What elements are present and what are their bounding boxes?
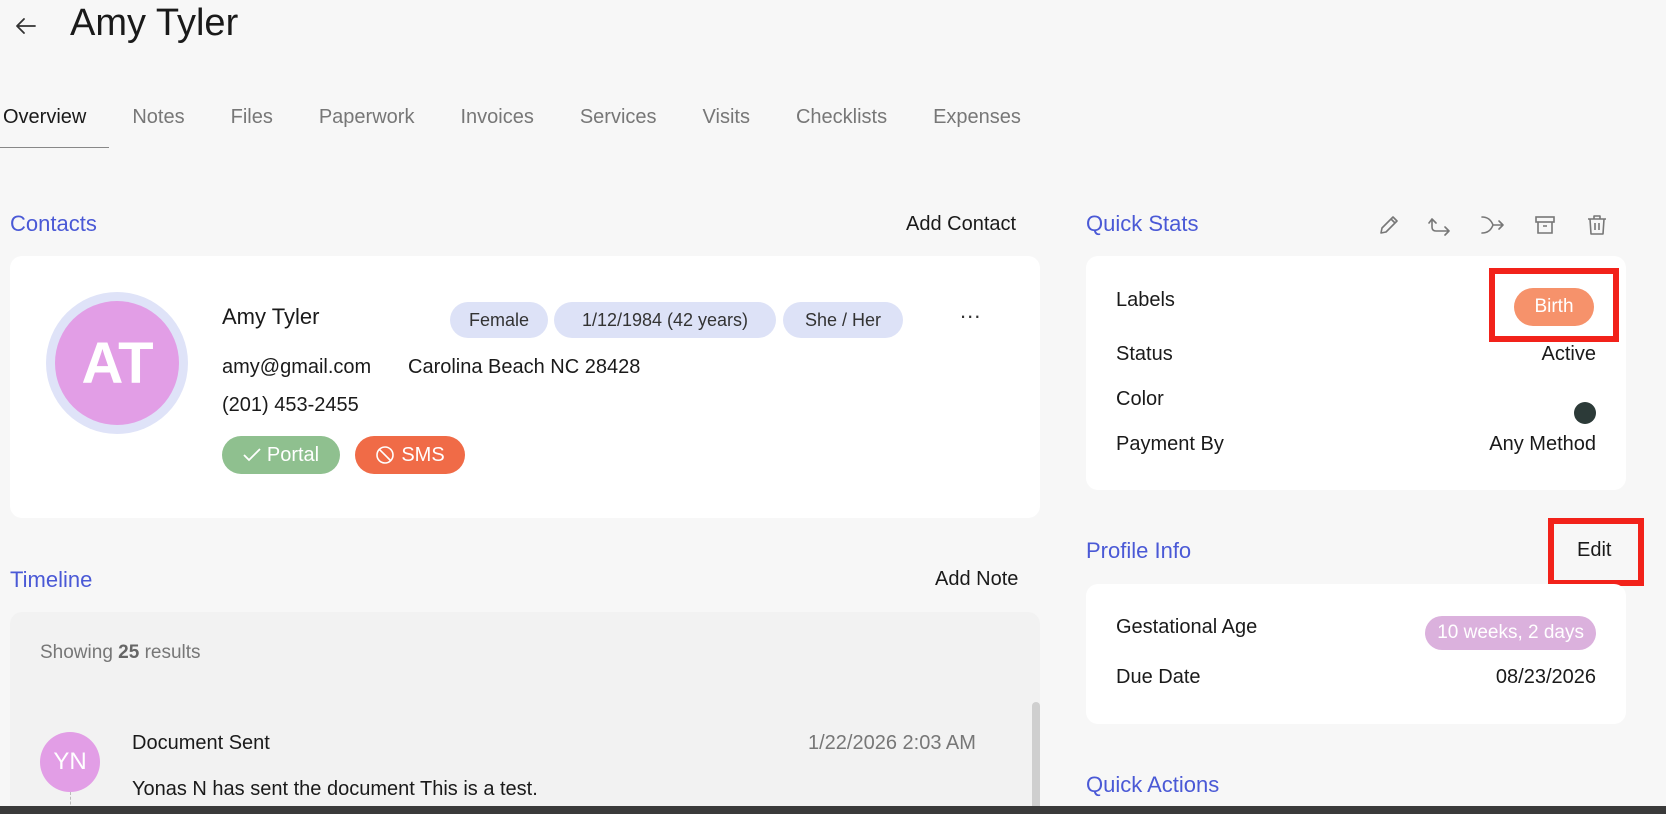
- tab-paperwork[interactable]: Paperwork: [296, 96, 438, 148]
- page-header: Amy Tyler: [0, 0, 1666, 70]
- page-title: Amy Tyler: [70, 2, 239, 44]
- portal-label: Portal: [266, 443, 320, 466]
- tab-bar: Overview Notes Files Paperwork Invoices …: [0, 96, 1044, 148]
- pronouns-chip: She / Her: [783, 302, 903, 338]
- tab-notes[interactable]: Notes: [109, 96, 207, 148]
- status-label: Status: [1116, 343, 1173, 365]
- tab-overview[interactable]: Overview: [0, 96, 110, 148]
- quick-stats-heading: Quick Stats: [1086, 211, 1199, 236]
- share-icon: [1428, 218, 1450, 236]
- gender-chip: Female: [450, 302, 548, 338]
- tab-invoices[interactable]: Invoices: [437, 96, 556, 148]
- tab-services[interactable]: Services: [557, 96, 680, 148]
- timeline-scrollbar[interactable]: [1032, 702, 1040, 814]
- labels-label: Labels: [1116, 289, 1175, 311]
- timeline-panel: Showing 25 results YN Document Sent 1/22…: [10, 612, 1040, 814]
- more-options-button[interactable]: ...: [960, 298, 981, 324]
- share-button[interactable]: [1428, 212, 1454, 238]
- tab-checklists[interactable]: Checklists: [773, 96, 910, 148]
- payment-value: Any Method: [1489, 433, 1596, 455]
- contacts-heading: Contacts: [10, 211, 97, 236]
- results-suffix: results: [144, 642, 201, 663]
- results-prefix: Showing: [40, 642, 113, 663]
- window-bottom-edge: [0, 806, 1666, 814]
- gestational-age-badge: 10 weeks, 2 days: [1425, 616, 1596, 650]
- color-swatch: [1574, 402, 1596, 424]
- timeline-heading: Timeline: [10, 567, 93, 592]
- trash-icon: [1588, 215, 1606, 235]
- status-value: Active: [1541, 343, 1596, 365]
- delete-button[interactable]: [1584, 212, 1610, 238]
- arrow-left-icon: [16, 18, 36, 34]
- color-label: Color: [1116, 388, 1164, 410]
- contact-email: amy@gmail.com: [222, 356, 372, 378]
- quick-actions-heading: Quick Actions: [1086, 772, 1220, 797]
- check-icon: [243, 448, 261, 462]
- contact-phone: (201) 453-2455: [222, 394, 359, 416]
- portal-badge[interactable]: Portal: [222, 436, 340, 474]
- tab-expenses[interactable]: Expenses: [910, 96, 1044, 148]
- results-count: Showing 25 results: [40, 642, 201, 664]
- timeline-avatar: YN: [40, 732, 100, 792]
- birthdate-chip: 1/12/1984 (42 years): [554, 302, 776, 338]
- merge-icon: [1481, 216, 1504, 234]
- gestational-age-label: Gestational Age: [1116, 616, 1258, 638]
- avatar: AT: [55, 301, 179, 425]
- labels-highlight-box: [1489, 268, 1619, 342]
- due-date-value: 08/23/2026: [1495, 666, 1596, 688]
- timeline-entry-title: Document Sent: [132, 732, 270, 754]
- results-number: 25: [118, 642, 140, 663]
- payment-label: Payment By: [1116, 433, 1224, 455]
- edit-button[interactable]: [1376, 212, 1402, 238]
- tab-files[interactable]: Files: [208, 96, 296, 148]
- contact-name: Amy Tyler: [222, 304, 320, 329]
- contact-card: AT Amy Tyler Female 1/12/1984 (42 years)…: [10, 256, 1040, 518]
- due-date-label: Due Date: [1116, 666, 1201, 688]
- timeline-entry-description: Yonas N has sent the document This is a …: [132, 778, 538, 800]
- add-note-button[interactable]: Add Note: [935, 568, 1018, 591]
- tab-visits[interactable]: Visits: [680, 96, 773, 148]
- quick-stats-toolbar: [1376, 212, 1610, 238]
- archive-button[interactable]: [1532, 212, 1558, 238]
- back-button[interactable]: [12, 12, 40, 40]
- merge-button[interactable]: [1480, 212, 1506, 238]
- sms-badge[interactable]: SMS: [355, 436, 465, 474]
- add-contact-button[interactable]: Add Contact: [906, 213, 1016, 236]
- sms-label: SMS: [401, 443, 445, 466]
- edit-highlight-box: [1548, 518, 1644, 586]
- archive-icon: [1535, 216, 1555, 234]
- contact-location: Carolina Beach NC 28428: [408, 356, 641, 378]
- blocked-icon: [376, 446, 395, 464]
- avatar-ring: AT: [46, 292, 188, 434]
- pencil-icon: [1380, 216, 1398, 234]
- profile-info-heading: Profile Info: [1086, 538, 1192, 563]
- profile-info-card: Gestational Age 10 weeks, 2 days Due Dat…: [1086, 584, 1626, 724]
- timeline-entry-date: 1/22/2026 2:03 AM: [808, 732, 976, 754]
